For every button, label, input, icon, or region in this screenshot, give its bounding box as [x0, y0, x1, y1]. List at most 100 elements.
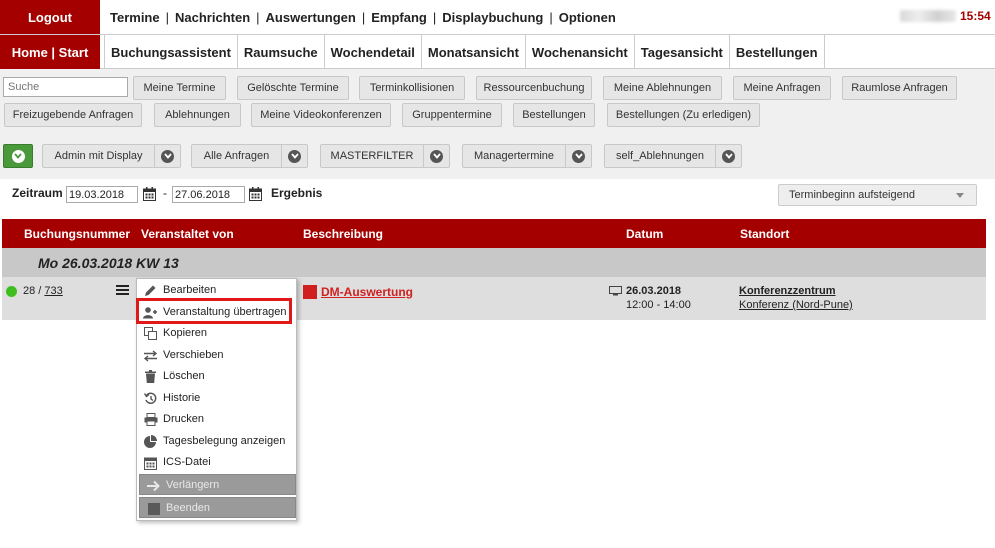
chevron-down-icon — [11, 149, 25, 163]
nav-separator: | — [432, 9, 437, 25]
filter-geloeschte-termine[interactable]: Gelöschte Termine — [237, 76, 349, 100]
nav-termine[interactable]: Termine — [110, 10, 160, 25]
column-header-standort[interactable]: Standort — [740, 227, 789, 241]
location-link[interactable]: Konferenzzentrum — [739, 285, 836, 297]
tab-list: Buchungsassistent Raumsuche Wochendetail… — [104, 35, 825, 69]
dropdown-label: MASTERFILTER — [330, 150, 414, 162]
menu-item-beenden: Beenden — [139, 497, 296, 518]
dropdown-masterfilter[interactable]: MASTERFILTER — [320, 144, 450, 168]
menu-item-label: Drucken — [163, 413, 204, 425]
menu-item-bearbeiten[interactable]: Bearbeiten — [137, 280, 296, 301]
pie-chart-icon — [143, 434, 158, 449]
filter-meine-ablehnungen[interactable]: Meine Ablehnungen — [603, 76, 722, 100]
menu-item-kopieren[interactable]: Kopieren — [137, 323, 296, 344]
filter-freizugebende-anfragen[interactable]: Freizugebende Anfragen — [4, 103, 142, 127]
tab-wochenansicht[interactable]: Wochenansicht — [524, 35, 634, 69]
column-header-veranstaltet-von[interactable]: Veranstaltet von — [141, 227, 234, 241]
history-icon — [143, 391, 158, 406]
menu-item-veranstaltung-uebertragen[interactable]: Veranstaltung übertragen — [137, 302, 296, 323]
filter-meine-termine[interactable]: Meine Termine — [133, 76, 226, 100]
tab-buchungsassistent[interactable]: Buchungsassistent — [104, 35, 237, 69]
caret-down-icon — [956, 193, 964, 198]
logout-button[interactable]: Logout — [0, 0, 100, 34]
status-dot — [6, 286, 17, 297]
dropdown-managertermine[interactable]: Managertermine — [462, 144, 592, 168]
row-time: 12:00 - 14:00 — [626, 299, 691, 311]
chevron-down-icon — [161, 149, 174, 163]
dropdown-label: Alle Anfragen — [203, 150, 270, 162]
ergebnis-label: Ergebnis — [271, 186, 323, 200]
chevron-down-icon — [722, 149, 735, 163]
filter-bestellungen[interactable]: Bestellungen — [513, 103, 595, 127]
search-input[interactable] — [3, 77, 128, 97]
booking-number-link[interactable]: 733 — [44, 285, 62, 297]
dropdown-self-ablehnungen[interactable]: self_Ablehnungen — [604, 144, 742, 168]
row-date: 26.03.2018 — [626, 285, 682, 297]
menu-item-tagesbelegung[interactable]: Tagesbelegung anzeigen — [137, 431, 296, 452]
menu-item-loeschen[interactable]: Löschen — [137, 366, 296, 387]
dropdown-caret[interactable] — [423, 145, 449, 167]
menu-item-label: Historie — [163, 392, 201, 404]
dropdown-label: Admin mit Display — [54, 150, 143, 162]
filter-ressourcenbuchung[interactable]: Ressourcenbuchung — [476, 76, 592, 100]
chevron-down-icon — [430, 149, 443, 163]
nav-auswertungen[interactable]: Auswertungen — [266, 10, 356, 25]
tab-home-start[interactable]: Home | Start — [0, 35, 100, 69]
column-header-buchungsnummer[interactable]: Buchungsnummer — [24, 227, 130, 241]
filter-raumlose-anfragen[interactable]: Raumlose Anfragen — [842, 76, 957, 100]
dropdown-caret[interactable] — [154, 145, 180, 167]
tab-wochendetail[interactable]: Wochendetail — [323, 35, 421, 69]
tab-raumsuche[interactable]: Raumsuche — [236, 35, 324, 69]
column-header-beschreibung[interactable]: Beschreibung — [303, 227, 383, 241]
tab-bestellungen[interactable]: Bestellungen — [728, 35, 825, 69]
menu-item-label: Veranstaltung übertragen — [163, 306, 287, 318]
tab-monatsansicht[interactable]: Monatsansicht — [420, 35, 525, 69]
menu-item-label: ICS-Datei — [163, 456, 211, 468]
menu-item-drucken[interactable]: Drucken — [137, 409, 296, 430]
clock: 15:54 — [960, 9, 991, 23]
nav-displaybuchung[interactable]: Displaybuchung — [442, 10, 543, 25]
calendar-icon[interactable] — [143, 187, 156, 201]
tab-tagesansicht[interactable]: Tagesansicht — [633, 35, 729, 69]
monitor-icon — [609, 286, 622, 296]
description-link[interactable]: DM-Auswertung — [321, 285, 413, 299]
top-bar: Logout Termine | Nachrichten | Auswertun… — [0, 0, 995, 34]
calendar-icon — [143, 455, 158, 470]
dropdown-caret[interactable] — [715, 145, 741, 167]
nav-empfang[interactable]: Empfang — [371, 10, 427, 25]
toggle-filters-button[interactable] — [3, 144, 33, 168]
menu-item-label: Verlängern — [166, 479, 220, 491]
menu-item-ics-datei[interactable]: ICS-Datei — [137, 452, 296, 473]
copy-icon — [143, 326, 158, 341]
nav-nachrichten[interactable]: Nachrichten — [175, 10, 250, 25]
filter-terminkollisionen[interactable]: Terminkollisionen — [359, 76, 465, 100]
menu-item-historie[interactable]: Historie — [137, 388, 296, 409]
filter-ablehnungen[interactable]: Ablehnungen — [154, 103, 241, 127]
dropdown-caret[interactable] — [281, 145, 307, 167]
filter-meine-anfragen[interactable]: Meine Anfragen — [733, 76, 831, 100]
dropdown-caret[interactable] — [565, 145, 591, 167]
column-header-datum[interactable]: Datum — [626, 227, 663, 241]
menu-item-verschieben[interactable]: Verschieben — [137, 345, 296, 366]
dropdown-alle-anfragen[interactable]: Alle Anfragen — [191, 144, 308, 168]
filter-meine-videokonferenzen[interactable]: Meine Videokonferenzen — [251, 103, 391, 127]
sort-select[interactable]: Terminbeginn aufsteigend — [778, 184, 977, 206]
menu-item-label: Bearbeiten — [163, 284, 217, 296]
date-from-input[interactable]: 19.03.2018 — [66, 186, 138, 203]
calendar-icon[interactable] — [249, 187, 262, 201]
user-name-blurred — [900, 10, 956, 22]
nav-optionen[interactable]: Optionen — [559, 10, 616, 25]
date-range-dash: - — [163, 186, 167, 200]
arrow-right-icon — [146, 478, 161, 493]
dropdown-admin-mit-display[interactable]: Admin mit Display — [42, 144, 181, 168]
row-menu-icon[interactable] — [116, 285, 129, 296]
top-nav: Termine | Nachrichten | Auswertungen | E… — [110, 0, 616, 34]
location-sub-link[interactable]: Konferenz (Nord-Pune) — [739, 299, 853, 311]
pencil-icon — [143, 283, 158, 298]
filter-bestellungen-zu-erledigen[interactable]: Bestellungen (Zu erledigen) — [607, 103, 760, 127]
menu-item-verlaengern: Verlängern — [139, 474, 296, 495]
filter-gruppentermine[interactable]: Gruppentermine — [402, 103, 502, 127]
trash-icon — [143, 369, 158, 384]
date-to-input[interactable]: 27.06.2018 — [172, 186, 245, 203]
menu-item-label: Beenden — [166, 502, 211, 514]
